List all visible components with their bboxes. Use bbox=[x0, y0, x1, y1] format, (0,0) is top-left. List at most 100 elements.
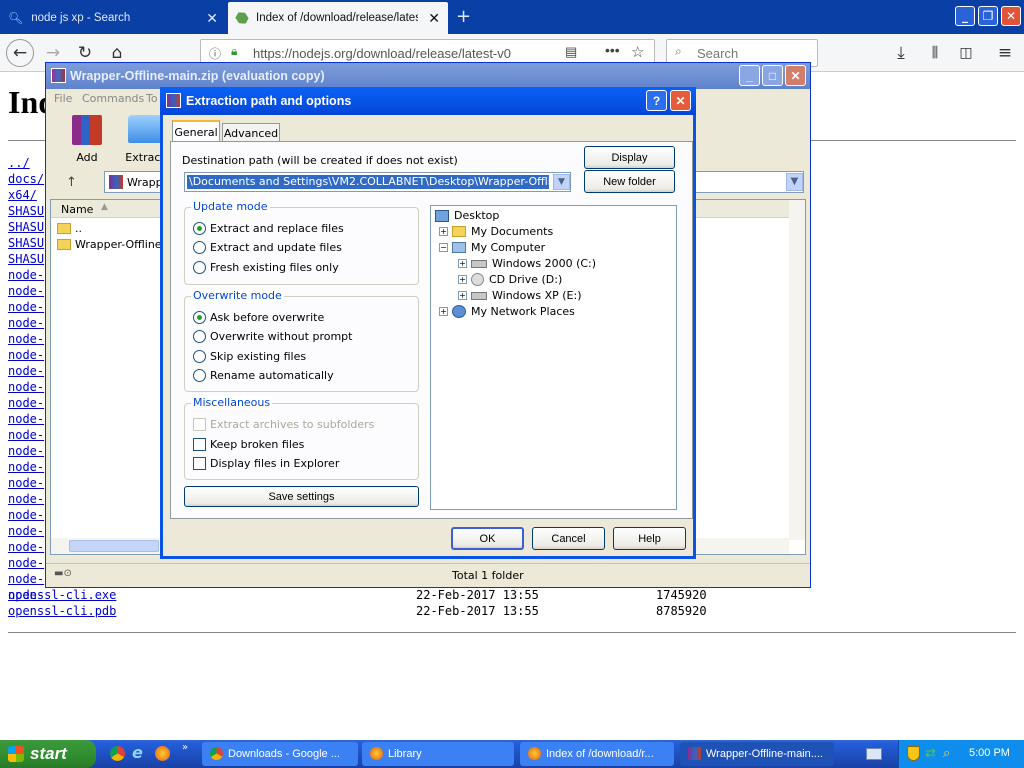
file-link[interactable]: node- bbox=[8, 396, 44, 410]
vertical-scrollbar[interactable] bbox=[789, 200, 805, 540]
file-link[interactable]: node- bbox=[8, 428, 44, 442]
tree-my-documents[interactable]: + My Documents bbox=[439, 225, 553, 238]
minimize-icon[interactable]: _ bbox=[739, 65, 760, 86]
radio-button[interactable] bbox=[193, 311, 206, 324]
radio-button[interactable] bbox=[193, 261, 206, 274]
radio-button[interactable] bbox=[193, 241, 206, 254]
file-link[interactable]: node- bbox=[8, 332, 44, 346]
info-icon[interactable]: ⓘ bbox=[209, 45, 221, 62]
collapse-icon[interactable]: − bbox=[439, 243, 448, 252]
file-row[interactable]: .. bbox=[57, 222, 82, 235]
close-window-icon[interactable]: ✕ bbox=[1001, 6, 1021, 26]
menu-tools[interactable]: To bbox=[146, 92, 158, 105]
dropdown-arrow-icon[interactable]: ▼ bbox=[786, 173, 803, 191]
reader-view-icon[interactable]: ▤ bbox=[565, 44, 577, 60]
radio-rename-auto[interactable]: Rename automatically bbox=[193, 369, 334, 382]
file-link[interactable]: SHASU bbox=[8, 220, 44, 234]
up-arrow-icon[interactable]: ↑ bbox=[66, 175, 77, 190]
clock[interactable]: 5:00 PM bbox=[969, 747, 1010, 759]
radio-extract-replace[interactable]: Extract and replace files bbox=[193, 222, 344, 235]
check-display-explorer[interactable]: Display files in Explorer bbox=[193, 457, 339, 470]
file-link[interactable]: node- bbox=[8, 492, 44, 506]
file-link[interactable]: node- bbox=[8, 540, 44, 554]
tree-drive-e[interactable]: + Windows XP (E:) bbox=[458, 289, 582, 302]
network-icon[interactable]: ⇄ bbox=[925, 745, 936, 761]
file-link[interactable]: node- bbox=[8, 348, 44, 362]
ie-icon[interactable]: e bbox=[132, 743, 143, 762]
tab-search[interactable]: 🔍︎ node js xp - Search ✕ bbox=[0, 2, 226, 34]
file-link[interactable]: SHASU bbox=[8, 236, 44, 250]
radio-button[interactable] bbox=[193, 330, 206, 343]
file-link[interactable]: node- bbox=[8, 316, 44, 330]
column-name[interactable]: Name bbox=[61, 203, 93, 216]
taskbar-downloads[interactable]: Downloads - Google ... bbox=[202, 742, 358, 766]
radio-fresh-existing[interactable]: Fresh existing files only bbox=[193, 261, 339, 274]
close-icon[interactable]: ✕ bbox=[785, 65, 806, 86]
file-link[interactable]: x64/ bbox=[8, 188, 37, 202]
dest-path-input[interactable]: \Documents and Settings\VM2.COLLABNET\De… bbox=[184, 172, 571, 192]
menu-commands[interactable]: Commands bbox=[82, 92, 144, 105]
taskbar-index[interactable]: Index of /download/r... bbox=[520, 742, 674, 766]
file-link[interactable]: node- bbox=[8, 300, 44, 314]
expand-icon[interactable]: + bbox=[458, 291, 467, 300]
restore-icon[interactable]: ❐ bbox=[978, 6, 998, 26]
close-icon[interactable]: ✕ bbox=[670, 90, 691, 111]
tab-general[interactable]: General bbox=[172, 120, 220, 142]
add-button[interactable] bbox=[68, 115, 106, 149]
maximize-icon[interactable]: □ bbox=[762, 65, 783, 86]
checkbox[interactable] bbox=[193, 457, 206, 470]
minimize-icon[interactable]: _ bbox=[955, 6, 975, 26]
file-link[interactable]: node- bbox=[8, 444, 44, 458]
sidebar-icon[interactable]: ◫ bbox=[953, 40, 979, 66]
scroll-thumb[interactable] bbox=[69, 540, 159, 552]
file-link[interactable]: node- bbox=[8, 364, 44, 378]
file-link[interactable]: node- bbox=[8, 476, 44, 490]
firefox-icon[interactable] bbox=[155, 746, 170, 761]
tree-desktop[interactable]: Desktop bbox=[435, 209, 499, 222]
file-row[interactable]: Wrapper-Offline-... bbox=[57, 238, 176, 251]
bookmark-star-icon[interactable]: ☆ bbox=[631, 43, 644, 61]
radio-button[interactable] bbox=[193, 369, 206, 382]
shield-icon[interactable] bbox=[907, 746, 920, 761]
check-keep-broken[interactable]: Keep broken files bbox=[193, 438, 304, 451]
file-link[interactable]: node- bbox=[8, 412, 44, 426]
dropdown-arrow-icon[interactable]: ▼ bbox=[553, 174, 570, 190]
close-tab-icon[interactable]: ✕ bbox=[206, 10, 218, 27]
taskbar-winrar[interactable]: Wrapper-Offline-main.... bbox=[680, 742, 834, 766]
radio-extract-update[interactable]: Extract and update files bbox=[193, 241, 342, 254]
radio-skip-existing[interactable]: Skip existing files bbox=[193, 350, 306, 363]
file-link[interactable]: node- bbox=[8, 508, 44, 522]
keyboard-icon[interactable] bbox=[866, 748, 882, 760]
ok-button[interactable]: OK bbox=[451, 527, 524, 550]
tab-index[interactable]: Index of /download/release/latest ✕ bbox=[228, 2, 448, 34]
menu-icon[interactable]: ≡ bbox=[992, 40, 1018, 66]
display-button[interactable]: Display bbox=[584, 146, 675, 169]
new-folder-button[interactable]: New folder bbox=[584, 170, 675, 193]
expand-icon[interactable]: + bbox=[439, 307, 448, 316]
expand-icon[interactable]: + bbox=[439, 227, 448, 236]
file-link[interactable]: node- bbox=[8, 268, 44, 282]
tab-advanced[interactable]: Advanced bbox=[222, 123, 280, 142]
file-link[interactable]: openssl-cli.pdb bbox=[8, 604, 116, 618]
file-link[interactable]: SHASU bbox=[8, 252, 44, 266]
help-button[interactable]: Help bbox=[613, 527, 686, 550]
file-link[interactable]: openssl-cli.exe bbox=[8, 588, 116, 602]
back-icon[interactable]: ← bbox=[6, 39, 34, 67]
file-link[interactable]: docs/ bbox=[8, 172, 44, 186]
radio-overwrite-without[interactable]: Overwrite without prompt bbox=[193, 330, 352, 343]
cancel-button[interactable]: Cancel bbox=[532, 527, 605, 550]
tree-network[interactable]: + My Network Places bbox=[439, 305, 575, 318]
radio-button[interactable] bbox=[193, 222, 206, 235]
library-icon[interactable]: ⫼ bbox=[922, 40, 948, 66]
file-link[interactable]: node- bbox=[8, 524, 44, 538]
file-link[interactable]: node- bbox=[8, 460, 44, 474]
file-link[interactable]: node- bbox=[8, 380, 44, 394]
save-settings-button[interactable]: Save settings bbox=[184, 486, 419, 507]
page-actions-icon[interactable]: ••• bbox=[605, 42, 620, 58]
file-link[interactable]: node- bbox=[8, 556, 44, 570]
chevron-icon[interactable]: » bbox=[182, 742, 188, 753]
chrome-icon[interactable] bbox=[110, 746, 125, 761]
expand-icon[interactable]: + bbox=[458, 275, 467, 284]
file-link[interactable]: node- bbox=[8, 284, 44, 298]
taskbar-library[interactable]: Library bbox=[362, 742, 514, 766]
